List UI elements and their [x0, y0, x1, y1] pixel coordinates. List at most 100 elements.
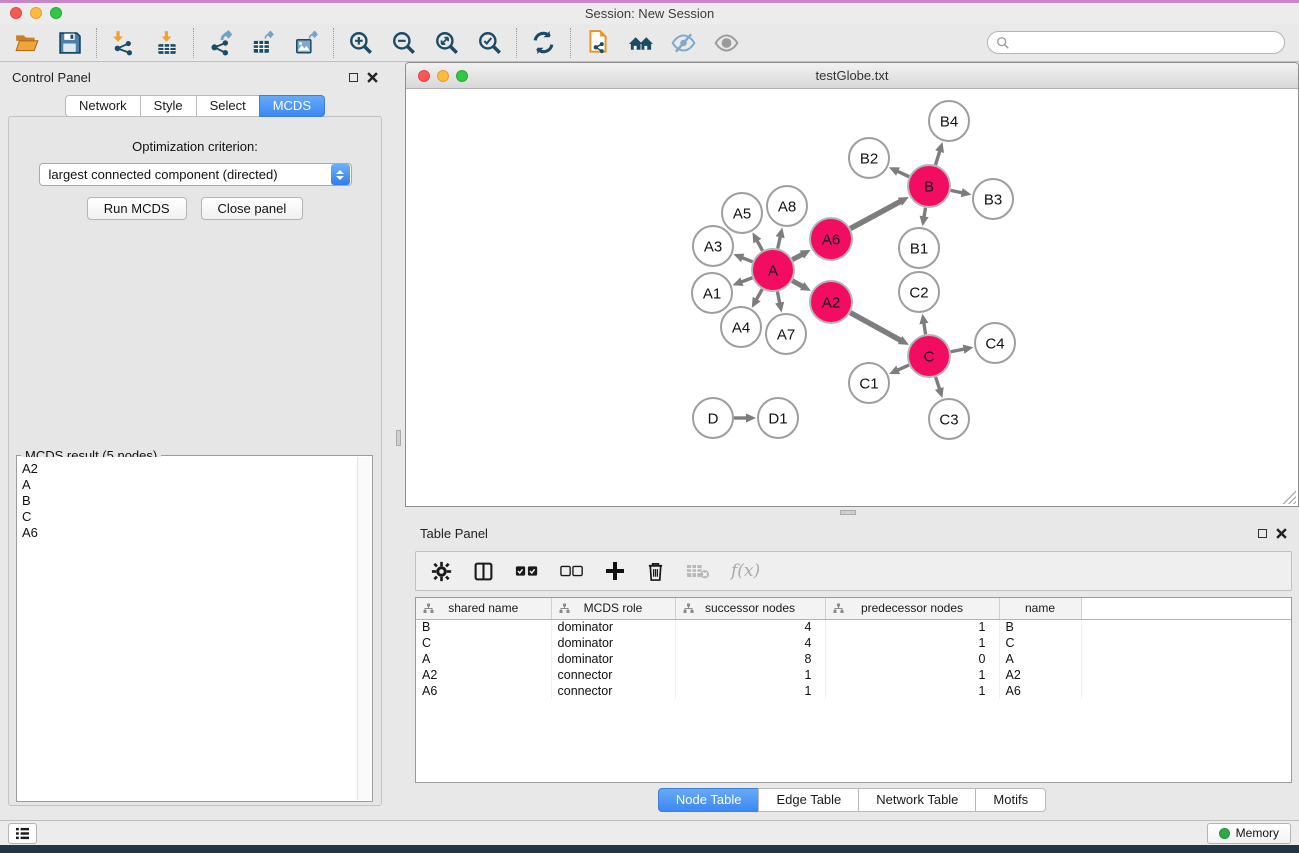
run-mcds-button[interactable]: Run MCDS: [87, 197, 187, 220]
table-cell[interactable]: 0: [825, 651, 999, 667]
export-table-icon[interactable]: [250, 29, 277, 56]
table-cell[interactable]: A2: [416, 667, 551, 683]
zoom-selected-icon[interactable]: [476, 29, 503, 56]
result-item[interactable]: C: [22, 509, 357, 525]
graph-edge-A-A4[interactable]: [756, 289, 763, 301]
float-panel-icon[interactable]: [349, 73, 358, 82]
table-cell[interactable]: 4: [675, 619, 825, 635]
graph-edge-A-A8[interactable]: [778, 235, 781, 248]
table-cell[interactable]: C: [999, 635, 1081, 651]
table-cell[interactable]: A6: [999, 683, 1081, 699]
minimize-network-button[interactable]: [437, 70, 449, 82]
table-cell[interactable]: A: [416, 651, 551, 667]
deselect-all-checks-icon[interactable]: [560, 564, 584, 578]
select-all-checks-icon[interactable]: [515, 564, 539, 578]
save-session-icon[interactable]: [56, 29, 83, 56]
graph-edge-B-B2[interactable]: [896, 171, 909, 177]
tab-motifs[interactable]: Motifs: [975, 788, 1046, 812]
import-network-icon[interactable]: [110, 29, 137, 56]
zoom-in-icon[interactable]: [347, 29, 374, 56]
node-table[interactable]: shared nameMCDS rolesuccessor nodesprede…: [415, 597, 1292, 783]
network-from-file-icon[interactable]: [584, 29, 611, 56]
network-graph[interactable]: B4B2BB3A5A8A6A3B1AA1C2A2A4A7CC4C1C3DD1: [407, 89, 1297, 505]
column-header-MCDS-role[interactable]: MCDS role: [551, 598, 675, 619]
table-cell[interactable]: dominator: [551, 651, 675, 667]
table-cell[interactable]: connector: [551, 683, 675, 699]
result-item[interactable]: A: [22, 477, 357, 493]
table-cell[interactable]: dominator: [551, 619, 675, 635]
export-image-icon[interactable]: [293, 29, 320, 56]
graph-edge-C-C3[interactable]: [936, 377, 940, 390]
table-options-gear-icon[interactable]: [431, 561, 452, 582]
table-cell[interactable]: 1: [825, 683, 999, 699]
mcds-result-list[interactable]: A2ABCA6: [18, 457, 357, 800]
table-cell[interactable]: A2: [999, 667, 1081, 683]
column-header-name[interactable]: name: [999, 598, 1081, 619]
graph-edge-C-C1[interactable]: [896, 365, 909, 371]
close-panel-icon[interactable]: [367, 72, 378, 83]
table-row[interactable]: Bdominator41B: [416, 619, 1291, 635]
zoom-out-icon[interactable]: [390, 29, 417, 56]
import-table-icon[interactable]: [153, 29, 180, 56]
tab-network[interactable]: Network: [65, 95, 141, 117]
table-cell[interactable]: 1: [825, 619, 999, 635]
table-cell[interactable]: B: [416, 619, 551, 635]
tab-style[interactable]: Style: [140, 95, 197, 117]
zoom-network-button[interactable]: [456, 70, 468, 82]
tab-select[interactable]: Select: [196, 95, 260, 117]
table-cell[interactable]: dominator: [551, 635, 675, 651]
minimize-window-button[interactable]: [30, 7, 42, 19]
network-canvas[interactable]: B4B2BB3A5A8A6A3B1AA1C2A2A4A7CC4C1C3DD1: [407, 89, 1297, 505]
hide-graphics-details-icon[interactable]: [670, 29, 697, 56]
graph-edge-A6-B[interactable]: [850, 201, 901, 229]
network-window-titlebar[interactable]: testGlobe.txt: [406, 63, 1298, 89]
table-cell[interactable]: A6: [416, 683, 551, 699]
table-cell[interactable]: B: [999, 619, 1081, 635]
column-header-predecessor-nodes[interactable]: predecessor nodes: [825, 598, 999, 619]
column-header-shared-name[interactable]: shared name: [416, 598, 551, 619]
close-network-button[interactable]: [418, 70, 430, 82]
table-cell[interactable]: 4: [675, 635, 825, 651]
table-cell[interactable]: 8: [675, 651, 825, 667]
table-row[interactable]: A6connector11A6: [416, 683, 1291, 699]
table-cell[interactable]: connector: [551, 667, 675, 683]
tab-node-table[interactable]: Node Table: [658, 788, 760, 812]
export-network-icon[interactable]: [207, 29, 234, 56]
add-column-icon[interactable]: [605, 561, 625, 581]
open-session-icon[interactable]: [13, 29, 40, 56]
column-header-successor-nodes[interactable]: successor nodes: [675, 598, 825, 619]
search-input[interactable]: [1015, 36, 1276, 50]
horizontal-splitter-grip[interactable]: [840, 510, 856, 515]
table-cell[interactable]: C: [416, 635, 551, 651]
delete-column-icon[interactable]: [646, 561, 665, 582]
tab-edge-table[interactable]: Edge Table: [758, 788, 859, 812]
tab-mcds[interactable]: MCDS: [259, 95, 325, 117]
zoom-fit-icon[interactable]: [433, 29, 460, 56]
toolbar-search[interactable]: [987, 31, 1285, 54]
criterion-select[interactable]: largest connected component (directed): [39, 163, 352, 186]
graph-edge-C-C4[interactable]: [951, 349, 966, 352]
table-cell[interactable]: 1: [825, 635, 999, 651]
apply-layout-icon[interactable]: [530, 29, 557, 56]
graph-edge-A2-C[interactable]: [850, 313, 902, 341]
table-row[interactable]: Cdominator41C: [416, 635, 1291, 651]
table-cell[interactable]: 1: [825, 667, 999, 683]
table-cell[interactable]: 1: [675, 683, 825, 699]
result-item[interactable]: A2: [22, 461, 357, 477]
close-window-button[interactable]: [10, 7, 22, 19]
table-cell[interactable]: 1: [675, 667, 825, 683]
graph-edge-B-B4[interactable]: [935, 150, 940, 165]
table-cell[interactable]: A: [999, 651, 1081, 667]
home-browser-icon[interactable]: [627, 29, 654, 56]
table-row[interactable]: Adominator80A: [416, 651, 1291, 667]
show-columns-icon[interactable]: [473, 561, 494, 582]
tab-network-table[interactable]: Network Table: [858, 788, 976, 812]
close-table-panel-icon[interactable]: [1276, 528, 1287, 539]
close-panel-button[interactable]: Close panel: [201, 197, 304, 220]
task-history-button[interactable]: [8, 823, 37, 844]
vertical-splitter-grip[interactable]: [396, 430, 401, 446]
result-item[interactable]: A6: [22, 525, 357, 541]
zoom-window-button[interactable]: [50, 7, 62, 19]
float-table-panel-icon[interactable]: [1258, 529, 1267, 538]
result-scrollbar[interactable]: [357, 457, 371, 800]
